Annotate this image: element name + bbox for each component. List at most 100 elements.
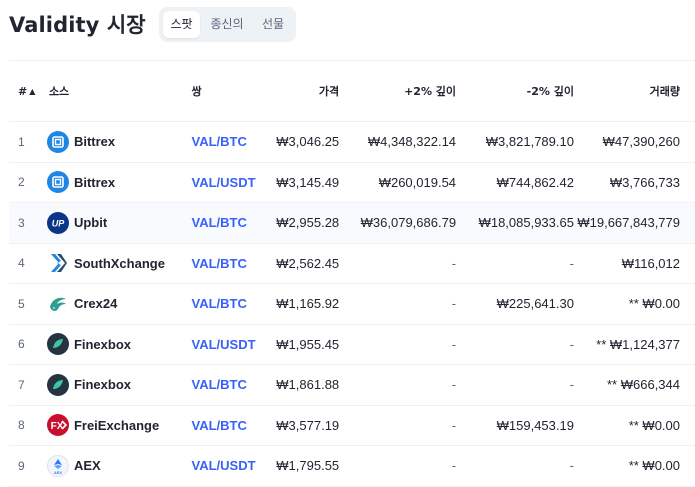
column-header-pair[interactable]: 쌍 <box>192 61 272 122</box>
bittrex-icon <box>46 171 69 194</box>
volume-cell: ₩47,390,260 <box>602 134 680 150</box>
markets-table: # ▲ 소스 쌍 가격 +2% 깊이 -2% 깊이 거래량 1 Bittrex V… <box>9 60 695 487</box>
pair-link[interactable]: VAL/BTC <box>192 284 272 325</box>
table-row: 5 Crex24 VAL/BTC ₩1,165.92 - ₩225,641.30… <box>9 284 695 325</box>
table-row: 7 Finexbox VAL/BTC ₩1,861.88 - - ** ₩666… <box>9 365 695 406</box>
source-cell[interactable]: FX FreiExchange <box>46 405 192 446</box>
tab-spot[interactable]: 스팟 <box>163 11 200 38</box>
depth-plus2-cell: ₩4,348,322.14 <box>367 134 457 150</box>
svg-text:UP: UP <box>52 218 65 228</box>
depth-minus2-cell: - <box>569 336 574 352</box>
column-header-price[interactable]: 가격 <box>271 61 339 122</box>
volume-cell: ** ₩0.00 <box>628 458 680 474</box>
finexbox-icon <box>46 333 69 356</box>
source-cell[interactable]: Bittrex <box>46 122 192 163</box>
rank-cell: 5 <box>18 296 25 311</box>
price-cell: ₩1,165.92 <box>276 296 340 312</box>
column-header-volume[interactable]: 거래량 <box>574 61 695 122</box>
depth-minus2-cell: - <box>569 255 574 271</box>
freiexchange-icon: FX <box>46 414 69 437</box>
exchange-name[interactable]: FreiExchange <box>74 418 159 433</box>
rank-cell: 7 <box>18 377 25 392</box>
pair-link[interactable]: VAL/USDT <box>192 324 272 365</box>
volume-cell: ** ₩666,344 <box>607 377 680 393</box>
pair-link[interactable]: VAL/BTC <box>192 365 272 406</box>
page-header: Validity 시장 <box>9 6 146 42</box>
svg-text:AEX: AEX <box>54 470 63 475</box>
source-cell[interactable]: UP Upbit <box>46 203 192 244</box>
column-header-rank[interactable]: # ▲ <box>9 61 47 122</box>
column-header-depth-plus2[interactable]: +2% 깊이 <box>339 61 456 122</box>
source-cell[interactable]: Finexbox <box>46 365 192 406</box>
table-row: 3 UP Upbit VAL/BTC ₩2,955.28 ₩36,079,686… <box>9 202 695 244</box>
price-cell: ₩1,861.88 <box>276 377 340 393</box>
volume-cell: ₩3,766,733 <box>609 174 680 190</box>
table-row: 4 SouthXchange VAL/BTC ₩2,562.45 - - ₩11… <box>9 243 695 284</box>
exchange-name[interactable]: Upbit <box>74 215 107 230</box>
table-row: 1 Bittrex VAL/BTC ₩3,046.25 ₩4,348,322.1… <box>9 122 695 163</box>
depth-minus2-cell: - <box>569 458 574 474</box>
depth-minus2-cell: ₩159,453.19 <box>496 417 574 433</box>
volume-cell: ₩19,667,843,779 <box>577 215 680 231</box>
source-cell[interactable]: Crex24 <box>47 284 192 325</box>
depth-minus2-cell: ₩18,085,933.65 <box>478 215 574 231</box>
exchange-name[interactable]: Finexbox <box>74 337 131 352</box>
table-header-row: # ▲ 소스 쌍 가격 +2% 깊이 -2% 깊이 거래량 <box>9 60 695 122</box>
depth-minus2-cell: ₩225,641.30 <box>496 296 574 312</box>
price-cell: ₩3,577.19 <box>276 417 340 433</box>
depth-minus2-cell: ₩744,862.42 <box>496 174 574 190</box>
pair-link[interactable]: VAL/BTC <box>192 405 272 446</box>
rank-cell: 4 <box>18 256 25 271</box>
exchange-name[interactable]: SouthXchange <box>74 256 165 271</box>
depth-plus2-cell: ₩260,019.54 <box>378 174 457 190</box>
source-cell[interactable]: Bittrex <box>46 162 192 203</box>
rank-cell: 8 <box>18 418 25 433</box>
source-cell[interactable]: SouthXchange <box>47 243 192 284</box>
page-title: Validity 시장 <box>9 13 146 37</box>
svg-text:FX: FX <box>51 421 64 432</box>
depth-minus2-cell: - <box>569 377 574 393</box>
pair-link[interactable]: VAL/USDT <box>192 446 272 487</box>
depth-plus2-cell: - <box>451 458 457 474</box>
aex-icon: AEX <box>46 454 69 477</box>
depth-plus2-cell: - <box>451 377 457 393</box>
column-header-source[interactable]: 소스 <box>47 61 192 122</box>
depth-plus2-cell: - <box>451 255 457 271</box>
depth-plus2-cell: - <box>451 417 457 433</box>
rank-cell: 3 <box>18 215 25 230</box>
exchange-name[interactable]: AEX <box>74 458 101 473</box>
bittrex-icon <box>46 130 69 153</box>
rank-cell: 1 <box>18 134 25 149</box>
rank-cell: 9 <box>18 458 25 473</box>
crex24-icon <box>47 293 69 315</box>
source-cell[interactable]: AEX AEX <box>46 446 192 487</box>
exchange-name[interactable]: Bittrex <box>74 134 115 149</box>
price-cell: ₩2,562.45 <box>276 255 340 271</box>
table-row: 8 FX FreiExchange VAL/BTC ₩3,577.19 - ₩1… <box>9 405 695 446</box>
pair-link[interactable]: VAL/USDT <box>192 162 272 203</box>
exchange-name[interactable]: Crex24 <box>74 296 117 311</box>
exchange-name[interactable]: Bittrex <box>74 175 115 190</box>
table-row: 2 Bittrex VAL/USDT ₩3,145.49 ₩260,019.54… <box>9 162 695 203</box>
pair-link[interactable]: VAL/BTC <box>192 122 272 163</box>
upbit-icon: UP <box>46 211 69 234</box>
finexbox-icon <box>46 373 69 396</box>
volume-cell: ** ₩0.00 <box>628 296 680 312</box>
price-cell: ₩1,955.45 <box>276 336 340 352</box>
column-header-depth-minus2[interactable]: -2% 깊이 <box>456 61 574 122</box>
depth-plus2-cell: - <box>451 336 457 352</box>
table-row: 9 AEX AEX VAL/USDT ₩1,795.55 - - ** ₩0.0… <box>9 446 695 487</box>
price-cell: ₩3,145.49 <box>276 174 340 190</box>
price-cell: ₩2,955.28 <box>276 215 340 231</box>
source-cell[interactable]: Finexbox <box>46 324 192 365</box>
depth-plus2-cell: - <box>451 296 457 312</box>
pair-link[interactable]: VAL/BTC <box>192 243 272 284</box>
market-type-tabs: 스팟 종신의 선물 <box>159 7 296 42</box>
tab-perpetual[interactable]: 종신의 <box>205 11 249 38</box>
volume-cell: ₩116,012 <box>621 255 680 271</box>
pair-link[interactable]: VAL/BTC <box>192 203 272 244</box>
tab-futures[interactable]: 선물 <box>255 11 291 38</box>
southxchange-icon <box>47 252 69 274</box>
exchange-name[interactable]: Finexbox <box>74 377 131 392</box>
volume-cell: ** ₩0.00 <box>628 417 680 433</box>
